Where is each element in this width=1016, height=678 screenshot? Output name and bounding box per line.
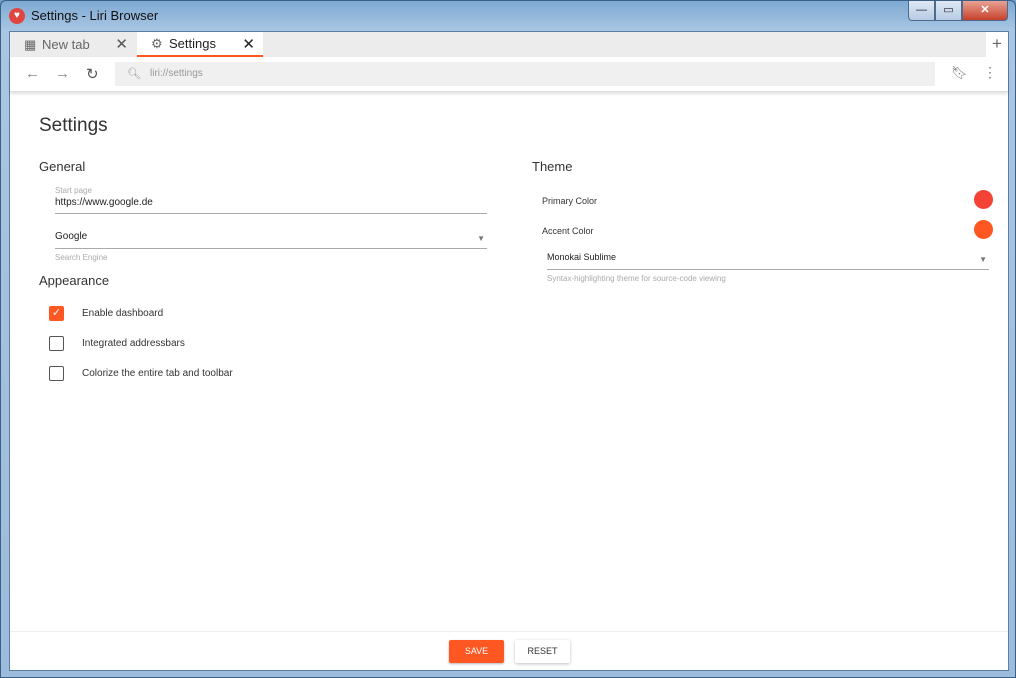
window-title: Settings - Liri Browser	[31, 8, 159, 23]
gear-icon: ⚙	[151, 35, 163, 51]
primary-color-label: Primary Color	[542, 196, 598, 206]
search-icon: 🔍︎	[127, 68, 141, 80]
new-tab-button[interactable]: +	[986, 32, 1008, 57]
forward-button[interactable]: →	[55, 65, 70, 82]
maximize-button[interactable]: ▭	[935, 1, 962, 21]
theme-heading: Theme	[532, 159, 573, 174]
colorize-tab-checkbox[interactable]	[49, 366, 64, 381]
search-engine-label: Search Engine	[55, 253, 108, 262]
toolbar: ← → ↻ 🔍︎ liri://settings 🔖︎ ⋮	[10, 57, 1008, 92]
tab-label: Settings	[169, 36, 216, 51]
appearance-heading: Appearance	[39, 273, 110, 288]
save-button[interactable]: SAVE	[449, 640, 504, 663]
checkbox-label: Enable dashboard	[82, 308, 164, 319]
tab-label: New tab	[42, 37, 90, 52]
tab-settings[interactable]: ⚙ Settings ✕	[137, 32, 263, 57]
enable-dashboard-checkbox[interactable]: ✓	[49, 306, 64, 321]
address-bar[interactable]: 🔍︎ liri://settings	[115, 62, 935, 86]
search-engine-value: Google	[55, 231, 88, 242]
dropdown-arrow-icon: ▼	[979, 255, 987, 264]
accent-color-label: Accent Color	[542, 226, 594, 236]
close-window-button[interactable]: ✕	[962, 1, 1008, 21]
integrated-addressbars-checkbox[interactable]	[49, 336, 64, 351]
syntax-theme-value: Monokai Sublime	[547, 252, 617, 262]
close-tab-icon[interactable]: ✕	[242, 35, 255, 53]
start-page-input[interactable]: https://www.google.de	[55, 197, 487, 214]
url-text: liri://settings	[150, 68, 203, 79]
checkbox-label: Integrated addressbars	[82, 338, 185, 349]
more-menu-icon[interactable]: ⋮	[983, 64, 997, 81]
title-bar: ♥ Settings - Liri Browser — ▭ ✕	[1, 1, 1015, 31]
search-engine-select[interactable]: Google ▼	[55, 231, 487, 249]
tab-bar: ▦ New tab ✕ ⚙ Settings ✕ +	[10, 32, 1008, 57]
window-frame: ♥ Settings - Liri Browser — ▭ ✕ ▦ New ta…	[0, 0, 1016, 678]
back-button[interactable]: ←	[25, 65, 40, 82]
bookmark-icon[interactable]: 🔖︎	[951, 65, 968, 81]
browser-client: ▦ New tab ✕ ⚙ Settings ✕ + ← → ↻ 🔍︎ liri…	[9, 31, 1009, 671]
start-page-label: Start page	[55, 186, 92, 195]
reset-button[interactable]: RESET	[515, 640, 570, 663]
checkbox-label: Colorize the entire tab and toolbar	[82, 368, 233, 379]
footer-bar: SAVE RESET	[10, 631, 1008, 670]
syntax-theme-select[interactable]: Monokai Sublime ▼	[547, 252, 989, 270]
general-heading: General	[39, 159, 86, 174]
minimize-button[interactable]: —	[908, 1, 935, 21]
primary-color-swatch[interactable]	[974, 190, 993, 209]
dropdown-arrow-icon: ▼	[477, 234, 485, 243]
close-tab-icon[interactable]: ✕	[115, 35, 128, 53]
page-title: Settings	[39, 115, 108, 136]
tab-new-tab[interactable]: ▦ New tab ✕	[10, 32, 136, 57]
settings-page: Settings General Start page https://www.…	[10, 93, 1008, 633]
app-logo-icon: ♥	[9, 8, 25, 24]
reload-button[interactable]: ↻	[86, 65, 99, 83]
dashboard-icon: ▦	[24, 36, 37, 52]
syntax-theme-label: Syntax-highlighting theme for source-cod…	[547, 274, 726, 283]
accent-color-swatch[interactable]	[974, 220, 993, 239]
start-page-value: https://www.google.de	[55, 197, 153, 208]
